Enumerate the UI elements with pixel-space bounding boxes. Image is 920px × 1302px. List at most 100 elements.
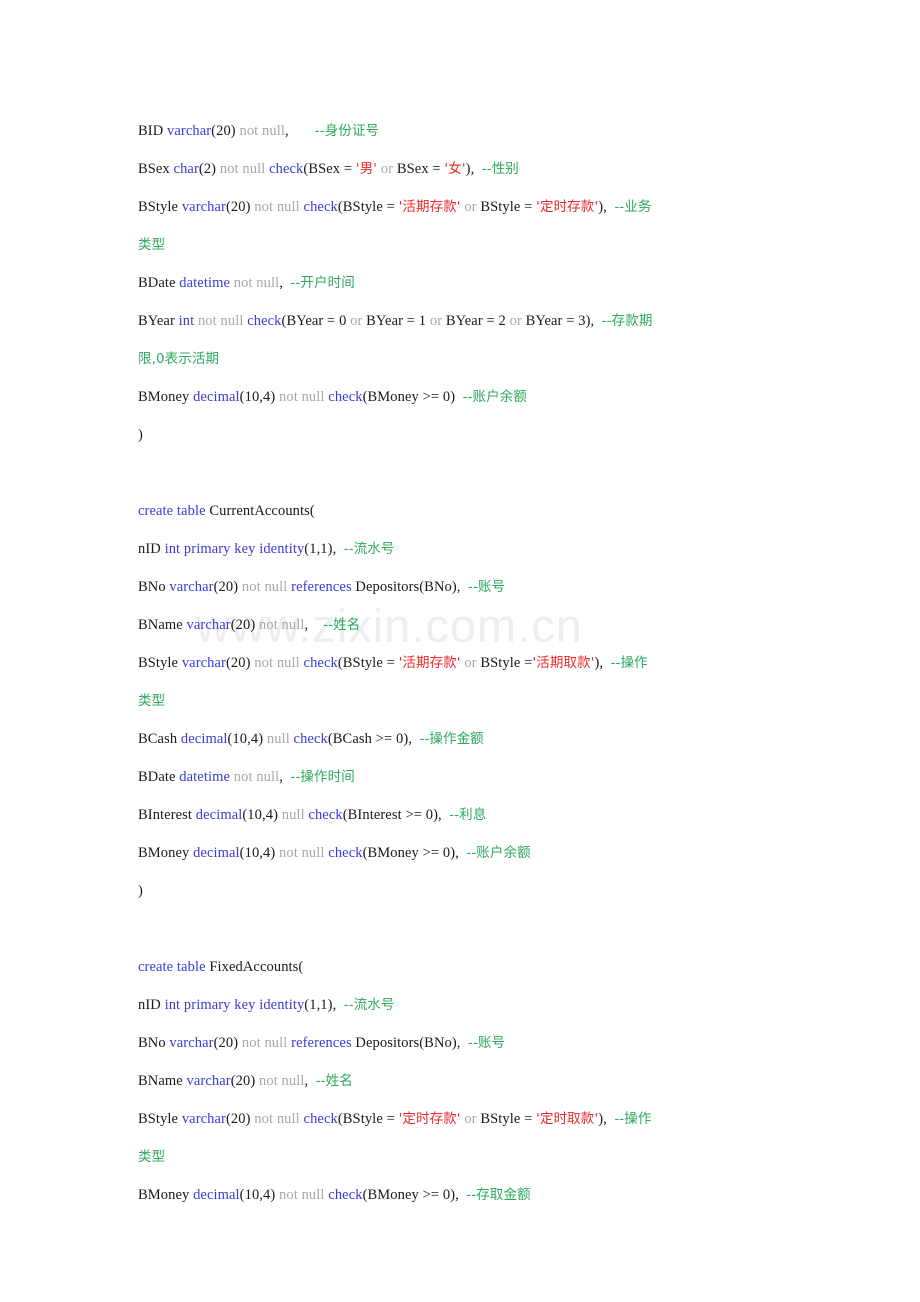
code-token-str: '定时存款': [536, 199, 599, 215]
code-token-nul: or: [460, 655, 481, 671]
code-line: nID int primary key identity(1,1), --流水号: [138, 986, 798, 1024]
code-token-cmt: --性别: [481, 161, 519, 177]
code-token-nul: not null: [241, 579, 292, 595]
code-token-nul: not null: [230, 275, 280, 291]
code-token-id: Depositors(BNo),: [351, 1035, 468, 1051]
code-token-kw: varchar: [181, 199, 226, 215]
code-token-id: (20): [211, 123, 240, 139]
code-token-id: nID: [138, 997, 165, 1013]
code-line: BID varchar(20) not null, --身份证号: [138, 112, 798, 150]
code-token-kw: decimal: [193, 1187, 240, 1203]
code-token-id: BStyle: [138, 199, 182, 215]
code-token-str: '定时存款': [398, 1111, 461, 1127]
code-token-id: BInterest: [138, 807, 196, 823]
code-line: BDate datetime not null, --开户时间: [138, 264, 798, 302]
code-token-nul: not null: [241, 1035, 292, 1051]
code-token-nul: or: [426, 313, 446, 329]
code-line: BNo varchar(20) not null references Depo…: [138, 568, 798, 606]
code-line: 类型: [138, 226, 798, 264]
code-token-kw: varchar: [181, 1111, 226, 1127]
code-token-id: ),: [465, 161, 482, 177]
code-line: 类型: [138, 1138, 798, 1176]
code-token-cmt: --操作时间: [290, 769, 355, 785]
code-token-cmt: --账号: [467, 1035, 506, 1051]
code-token-id: ): [138, 883, 143, 899]
code-token-nul: or: [377, 161, 397, 177]
code-token-cmt: 类型: [138, 693, 166, 709]
code-token-nul: not null: [259, 617, 305, 633]
code-token-cmt: --操作: [610, 655, 648, 671]
code-token-kw: varchar: [181, 655, 226, 671]
code-token-kw: references: [291, 579, 352, 595]
code-token-id: (20): [230, 617, 259, 633]
code-token-kw: char: [173, 161, 199, 177]
code-line: BName varchar(20) not null, --姓名: [138, 1062, 798, 1100]
code-token-kw: check: [308, 807, 343, 823]
code-token-nul: or: [460, 1111, 481, 1127]
code-token-id: BNo: [138, 1035, 170, 1051]
code-token-id: CurrentAccounts(: [205, 503, 315, 519]
code-token-id: (10,4): [239, 389, 280, 405]
code-token-cmt: --姓名: [323, 617, 361, 633]
code-line: create table FixedAccounts(: [138, 948, 798, 986]
code-token-cmt: --账户余额: [466, 845, 531, 861]
code-token-id: (BInterest >= 0),: [342, 807, 450, 823]
code-token-kw: datetime: [179, 769, 231, 785]
code-token-id: (20): [225, 199, 255, 215]
code-token-nul: or: [505, 313, 526, 329]
code-token-id: BSex =: [396, 161, 445, 177]
code-line: BStyle varchar(20) not null check(BStyle…: [138, 188, 798, 226]
code-line: BName varchar(20) not null, --姓名: [138, 606, 798, 644]
code-token-id: BYear = 3),: [525, 313, 602, 329]
code-token-kw: int primary key identity: [164, 997, 305, 1013]
code-token-id: ): [138, 427, 143, 443]
code-token-id: (BStyle =: [337, 655, 399, 671]
code-token-id: BMoney: [138, 389, 194, 405]
code-token-cmt: --姓名: [315, 1073, 353, 1089]
code-token-id: BName: [138, 617, 187, 633]
code-token-id: (BCash >= 0),: [327, 731, 420, 747]
code-line: BMoney decimal(10,4) not null check(BMon…: [138, 378, 798, 416]
code-token-id: BStyle: [138, 655, 182, 671]
code-token-id: (1,1),: [304, 997, 344, 1013]
code-token-kw: check: [328, 1187, 363, 1203]
code-line: BStyle varchar(20) not null check(BStyle…: [138, 644, 798, 682]
code-token-id: (20): [225, 655, 255, 671]
code-line: ): [138, 416, 798, 454]
code-token-id: (1,1),: [304, 541, 344, 557]
code-token-str: '活期取款': [532, 655, 595, 671]
code-token-id: (10,4): [227, 731, 267, 747]
code-token-str: '活期存款': [398, 199, 461, 215]
code-token-kw: int: [178, 313, 195, 329]
code-token-kw: decimal: [193, 389, 240, 405]
code-token-cmt: --业务: [614, 199, 652, 215]
code-token-nul: not null: [230, 769, 280, 785]
code-token-id: BYear: [138, 313, 179, 329]
code-token-id: BDate: [138, 275, 180, 291]
code-token-nul: not null: [279, 389, 329, 405]
code-line: BStyle varchar(20) not null check(BStyle…: [138, 1100, 798, 1138]
code-token-kw: datetime: [179, 275, 231, 291]
code-line: BSex char(2) not null check(BSex = '男' o…: [138, 150, 798, 188]
code-token-kw: decimal: [193, 845, 240, 861]
code-token-cmt: --流水号: [343, 541, 395, 557]
code-token-id: ,: [279, 769, 291, 785]
code-line: nID int primary key identity(1,1), --流水号: [138, 530, 798, 568]
code-token-kw: check: [293, 731, 328, 747]
code-token-cmt: --存取金额: [466, 1187, 531, 1203]
code-token-str: '女': [444, 161, 466, 177]
code-token-kw: check: [303, 655, 338, 671]
code-token-id: (10,4): [242, 807, 282, 823]
code-token-id: BMoney: [138, 845, 194, 861]
code-token-kw: check: [328, 845, 363, 861]
code-token-id: BNo: [138, 579, 170, 595]
code-token-id: ,: [284, 123, 315, 139]
code-token-cmt: --操作金额: [419, 731, 484, 747]
code-token-kw: check: [303, 1111, 338, 1127]
code-token-cmt: --账号: [467, 579, 506, 595]
code-token-id: (10,4): [239, 845, 280, 861]
code-token-id: ,: [279, 275, 291, 291]
code-line: BDate datetime not null, --操作时间: [138, 758, 798, 796]
